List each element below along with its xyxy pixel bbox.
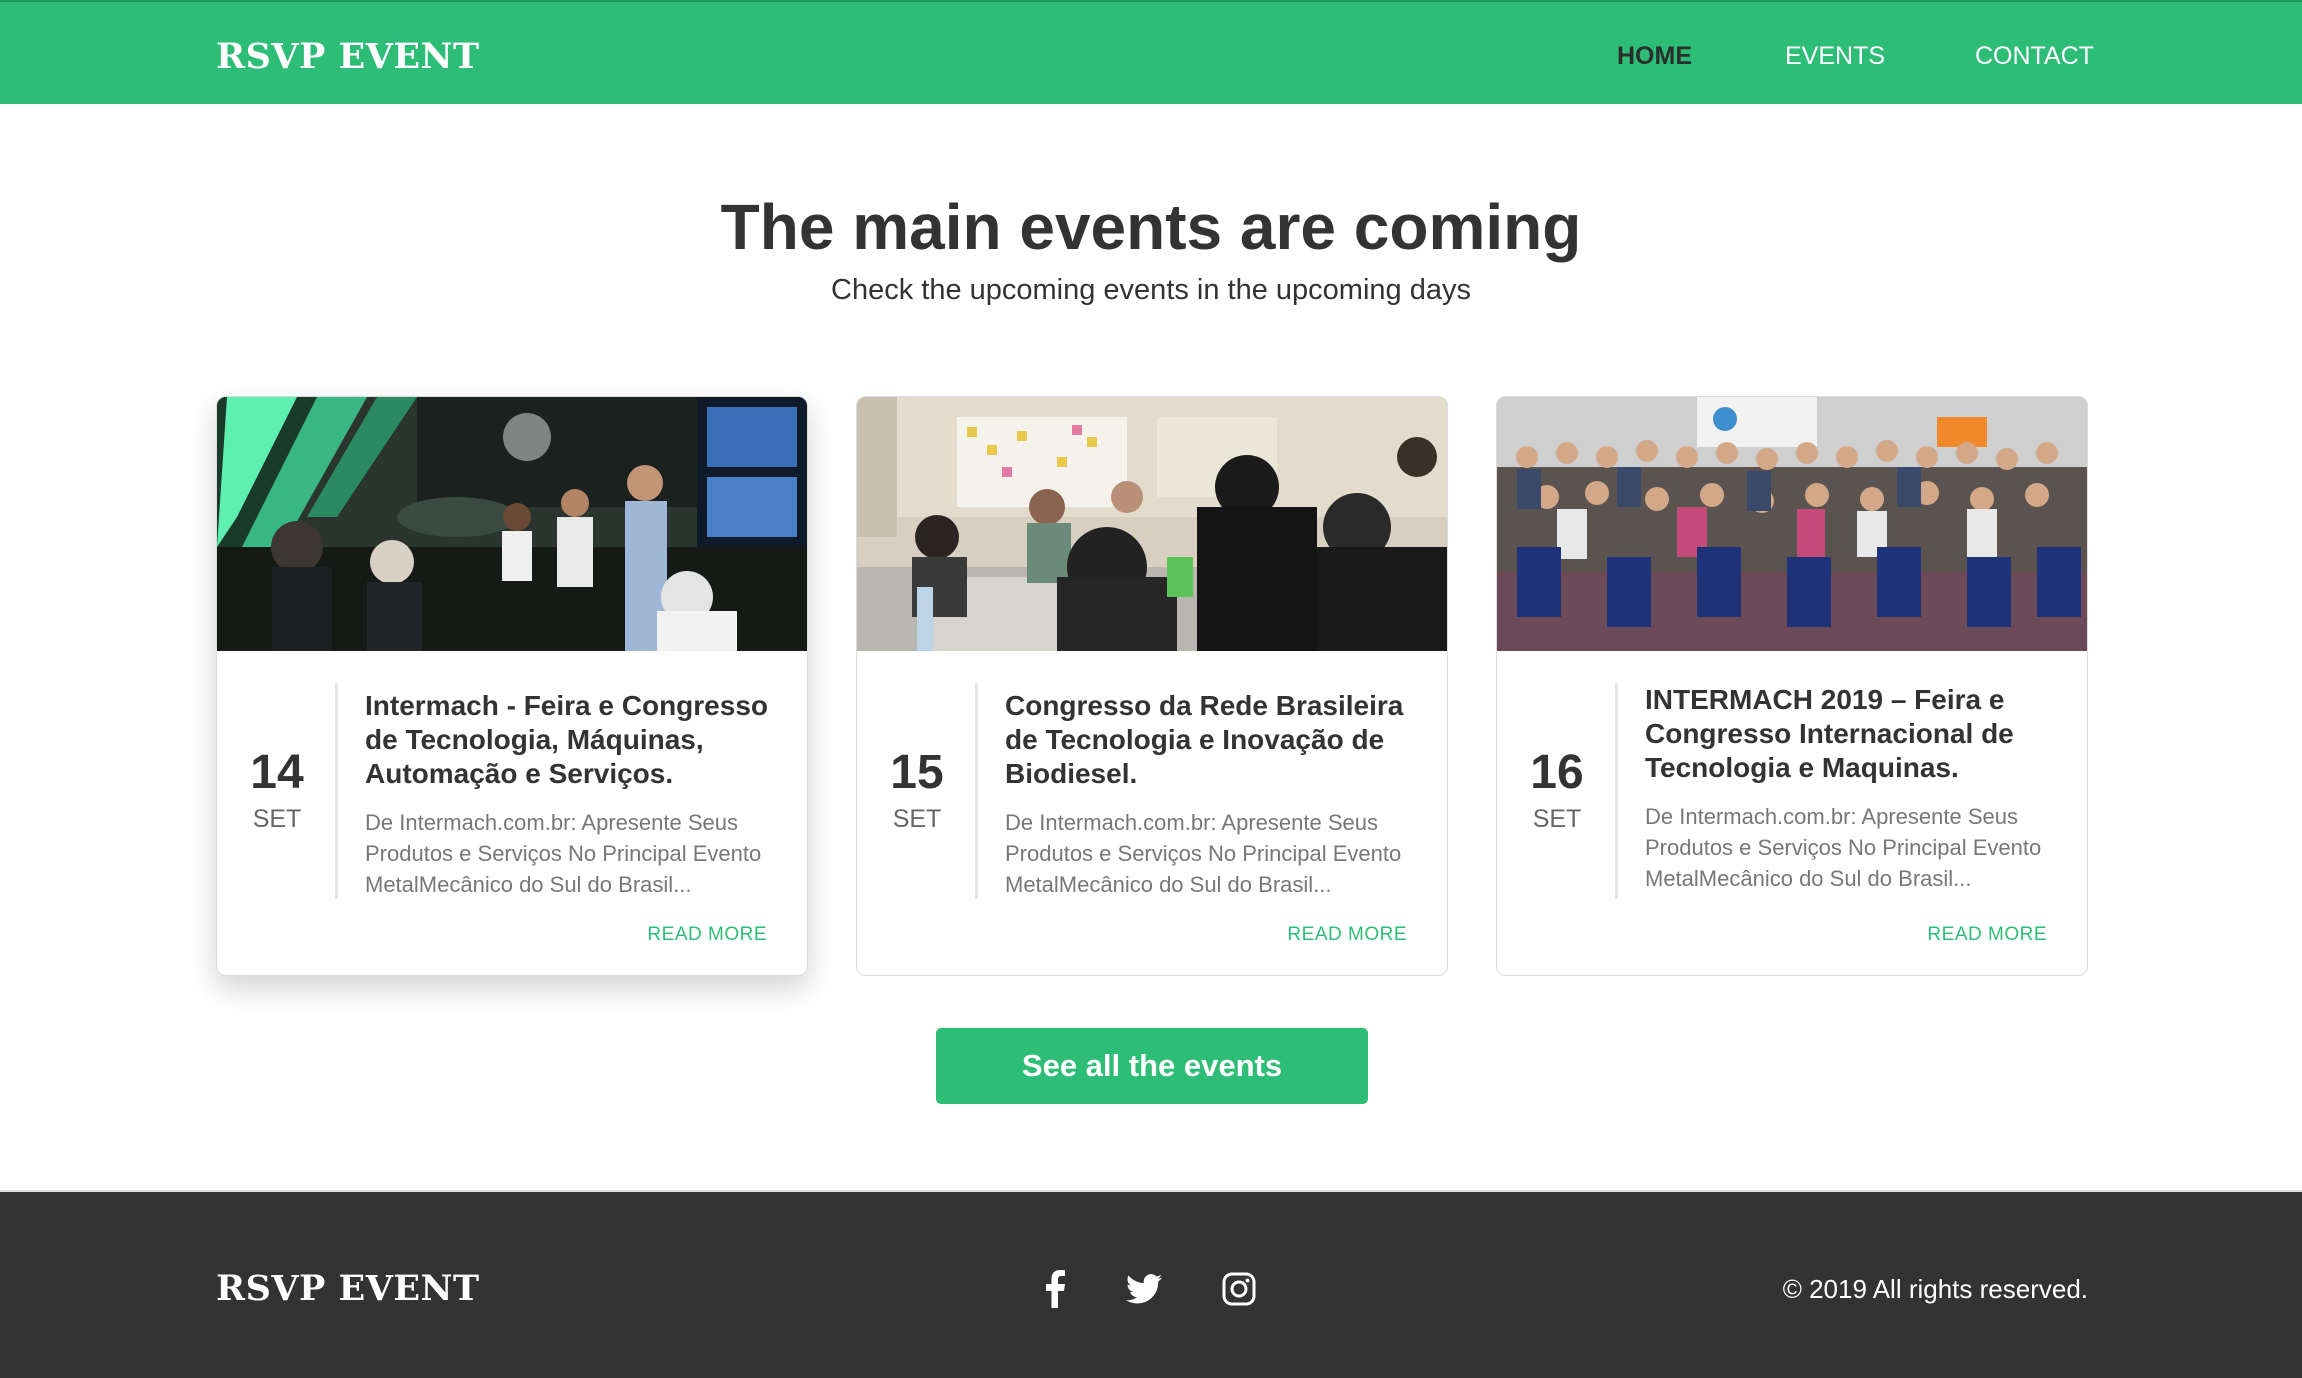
instagram-icon[interactable] (1222, 1272, 1256, 1311)
event-image-classroom (857, 397, 1447, 651)
facebook-icon[interactable] (1044, 1270, 1066, 1313)
event-card[interactable]: 16 SET INTERMACH 2019 – Feira e Congress… (1496, 396, 2088, 976)
event-title[interactable]: Congresso da Rede Brasileira de Tecnolog… (1005, 689, 1417, 791)
event-image-conference-room (217, 397, 807, 651)
event-day: 15 (890, 746, 944, 799)
nav-events-link[interactable]: EVENTS (1785, 42, 1885, 71)
nav-home-link[interactable]: HOME (1617, 42, 1692, 71)
event-day: 14 (250, 746, 304, 799)
event-date: 16 SET (1497, 747, 1617, 834)
event-title[interactable]: INTERMACH 2019 – Feira e Congresso Inter… (1645, 683, 2057, 785)
copyright-text: © 2019 All rights reserved. (1782, 1274, 2088, 1304)
nav-contact-link[interactable]: CONTACT (1975, 42, 2094, 71)
event-description: De Intermach.com.br: Apresente Seus Prod… (1645, 804, 2042, 891)
event-day: 16 (1530, 746, 1584, 799)
read-more-link[interactable]: READ MORE (1287, 924, 1407, 946)
event-card[interactable]: 14 SET Intermach - Feira e Congresso de … (216, 396, 808, 976)
footer: RSVP EVENT © 2019 All rights reserved. (0, 1190, 2302, 1378)
event-title[interactable]: Intermach - Feira e Congresso de Tecnolo… (365, 689, 777, 791)
event-month: SET (1532, 805, 1582, 833)
page-subtitle: Check the upcoming events in the upcomin… (831, 274, 1471, 306)
event-date: 15 SET (857, 747, 977, 834)
event-image-group (1497, 397, 2087, 651)
twitter-icon[interactable] (1126, 1274, 1162, 1309)
date-divider (975, 683, 978, 899)
read-more-link[interactable]: READ MORE (1927, 924, 2047, 946)
event-month: SET (892, 805, 942, 833)
brand-logo[interactable]: RSVP EVENT (216, 36, 480, 77)
read-more-link[interactable]: READ MORE (647, 924, 767, 946)
event-month: SET (252, 805, 302, 833)
footer-brand-logo[interactable]: RSVP EVENT (216, 1268, 480, 1309)
event-description: De Intermach.com.br: Apresente Seus Prod… (1005, 810, 1402, 897)
page-title: The main events are coming (720, 191, 1582, 263)
top-navbar: RSVP EVENT HOME EVENTS CONTACT (0, 0, 2302, 104)
date-divider (335, 683, 338, 899)
event-description: De Intermach.com.br: Apresente Seus Prod… (365, 810, 762, 897)
event-card[interactable]: 15 SET Congresso da Rede Brasileira de T… (856, 396, 1448, 976)
date-divider (1615, 683, 1618, 899)
event-date: 14 SET (217, 747, 337, 834)
see-all-events-button[interactable]: See all the events (936, 1028, 1368, 1104)
